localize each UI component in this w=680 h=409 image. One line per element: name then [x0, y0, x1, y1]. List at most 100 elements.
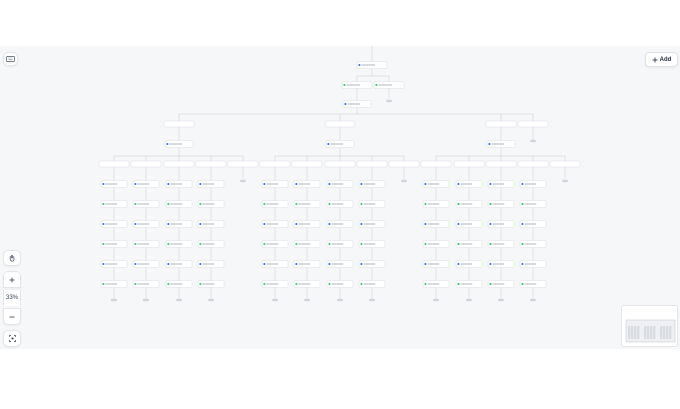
step-node[interactable]	[455, 220, 483, 228]
step-node[interactable]	[165, 220, 193, 228]
step-node[interactable]	[100, 260, 128, 268]
step-node[interactable]	[261, 240, 289, 248]
step-node[interactable]	[132, 180, 160, 188]
step-node[interactable]	[358, 200, 386, 208]
step-node[interactable]	[197, 200, 225, 208]
step-node[interactable]	[487, 240, 515, 248]
trigger-node[interactable]	[356, 61, 388, 69]
switch-case-node[interactable]	[163, 160, 195, 168]
step-node[interactable]	[165, 260, 193, 268]
condition-node-false[interactable]	[373, 81, 405, 89]
branch-action-node-3[interactable]	[486, 140, 516, 148]
step-node[interactable]	[326, 180, 354, 188]
step-node[interactable]	[132, 220, 160, 228]
step-node[interactable]	[487, 200, 515, 208]
step-node[interactable]	[358, 260, 386, 268]
default-case-node[interactable]	[388, 160, 420, 168]
zoom-out-button[interactable]	[3, 308, 21, 325]
default-case-node[interactable]	[227, 160, 259, 168]
step-node[interactable]	[455, 280, 483, 288]
step-node[interactable]	[132, 280, 160, 288]
keyboard-shortcuts-button[interactable]	[3, 52, 18, 66]
switch-case-node[interactable]	[259, 160, 291, 168]
default-case-node[interactable]	[549, 160, 581, 168]
step-node[interactable]	[487, 180, 515, 188]
step-node[interactable]	[519, 240, 547, 248]
switch-case-node[interactable]	[356, 160, 388, 168]
step-node[interactable]	[165, 280, 193, 288]
step-node[interactable]	[261, 180, 289, 188]
step-node[interactable]	[132, 200, 160, 208]
switch-case-node[interactable]	[420, 160, 452, 168]
step-node[interactable]	[197, 180, 225, 188]
step-node[interactable]	[487, 220, 515, 228]
zoom-in-button[interactable]	[3, 271, 21, 288]
step-node[interactable]	[455, 240, 483, 248]
switch-case-node[interactable]	[291, 160, 323, 168]
step-node[interactable]	[197, 240, 225, 248]
step-node[interactable]	[165, 180, 193, 188]
step-node[interactable]	[261, 260, 289, 268]
step-node[interactable]	[326, 260, 354, 268]
step-node[interactable]	[197, 260, 225, 268]
pan-mode-button[interactable]	[3, 250, 21, 266]
switch-case-node[interactable]	[485, 160, 517, 168]
step-node[interactable]	[422, 240, 450, 248]
branch-action-node-1[interactable]	[164, 140, 194, 148]
step-node[interactable]	[519, 200, 547, 208]
step-node[interactable]	[197, 220, 225, 228]
step-node[interactable]	[293, 180, 321, 188]
step-node[interactable]	[100, 200, 128, 208]
branch-node-2[interactable]	[324, 120, 356, 128]
step-node[interactable]	[519, 280, 547, 288]
step-node[interactable]	[326, 220, 354, 228]
step-node[interactable]	[326, 200, 354, 208]
step-node[interactable]	[487, 260, 515, 268]
fit-view-button[interactable]	[3, 330, 21, 347]
step-node[interactable]	[100, 280, 128, 288]
step-node[interactable]	[422, 200, 450, 208]
step-node[interactable]	[487, 280, 515, 288]
step-node[interactable]	[132, 260, 160, 268]
step-node[interactable]	[358, 180, 386, 188]
add-button[interactable]: Add	[645, 52, 678, 67]
switch-case-node[interactable]	[517, 160, 549, 168]
branch-action-node-2[interactable]	[325, 140, 355, 148]
step-node[interactable]	[293, 260, 321, 268]
branch-node-3[interactable]	[485, 120, 517, 128]
step-node[interactable]	[455, 260, 483, 268]
step-node[interactable]	[293, 200, 321, 208]
step-node[interactable]	[455, 180, 483, 188]
switch-case-node[interactable]	[453, 160, 485, 168]
action-node[interactable]	[342, 100, 372, 108]
switch-case-node[interactable]	[195, 160, 227, 168]
step-node[interactable]	[358, 280, 386, 288]
branch-node-1[interactable]	[163, 120, 195, 128]
step-node[interactable]	[422, 280, 450, 288]
step-node[interactable]	[261, 200, 289, 208]
step-node[interactable]	[293, 280, 321, 288]
switch-case-node[interactable]	[98, 160, 130, 168]
minimap[interactable]	[621, 305, 678, 347]
step-node[interactable]	[165, 240, 193, 248]
step-node[interactable]	[100, 180, 128, 188]
step-node[interactable]	[358, 240, 386, 248]
step-node[interactable]	[455, 200, 483, 208]
step-node[interactable]	[100, 240, 128, 248]
switch-case-node[interactable]	[324, 160, 356, 168]
step-node[interactable]	[261, 220, 289, 228]
step-node[interactable]	[422, 220, 450, 228]
step-node[interactable]	[519, 180, 547, 188]
switch-case-node[interactable]	[130, 160, 162, 168]
workflow-canvas[interactable]	[0, 46, 680, 349]
step-node[interactable]	[326, 280, 354, 288]
step-node[interactable]	[519, 260, 547, 268]
step-node[interactable]	[358, 220, 386, 228]
step-node[interactable]	[197, 280, 225, 288]
step-node[interactable]	[100, 220, 128, 228]
step-node[interactable]	[261, 280, 289, 288]
step-node[interactable]	[519, 220, 547, 228]
step-node[interactable]	[326, 240, 354, 248]
step-node[interactable]	[422, 260, 450, 268]
branch-header-node[interactable]	[517, 120, 549, 128]
